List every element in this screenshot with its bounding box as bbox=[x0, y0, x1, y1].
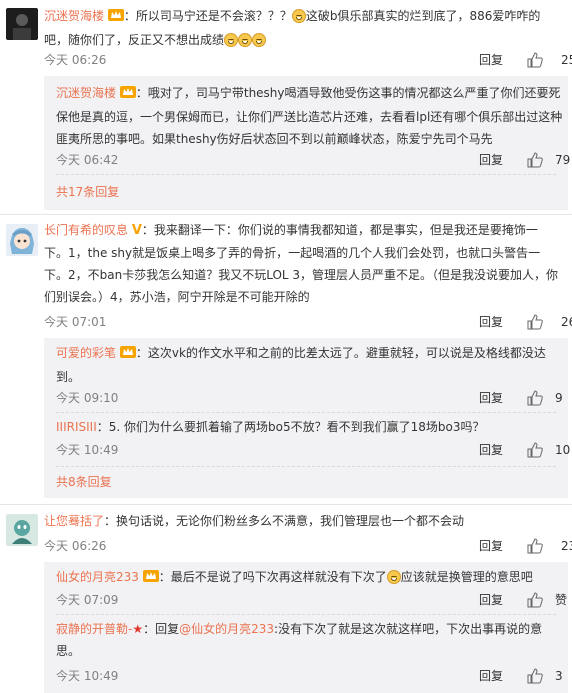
sub-reply: 沉迷贺海楼 ：哦对了，司马宁带theshy喝酒导致他受伤这事的情况都这么严重了你… bbox=[56, 82, 570, 168]
reply-time: 今天 07:09 bbox=[56, 593, 119, 607]
mention-link[interactable]: @仙女的月亮233 bbox=[179, 622, 274, 636]
username[interactable]: 沉迷贺海楼 bbox=[56, 86, 116, 100]
laugh-emoji-icon bbox=[252, 33, 267, 47]
vip-crown-icon bbox=[119, 344, 136, 366]
sub-reply: 寂静的开普勒-★：回复@仙女的月亮233:没有下次了就是这次就这样吧，下次出事再… bbox=[56, 618, 564, 684]
reply-button[interactable]: 回复 bbox=[479, 312, 503, 332]
comment-time: 今天 06:26 bbox=[44, 53, 107, 67]
username[interactable]: 让您蓦括了 bbox=[44, 514, 104, 528]
avatar[interactable] bbox=[6, 514, 38, 546]
thumbs-up-icon bbox=[527, 668, 543, 684]
thumbs-up-icon bbox=[527, 52, 543, 68]
laugh-emoji-icon bbox=[238, 33, 253, 47]
like-count: 233 bbox=[561, 539, 572, 553]
username[interactable]: 长门有希的叹息 bbox=[44, 223, 128, 237]
sub-reply: IIIRISIII：5. 你们为什么要抓着输了两场bo5不放？看不到我们赢了18… bbox=[56, 416, 570, 458]
thumbs-up-icon bbox=[527, 538, 543, 554]
username[interactable]: IIIRISIII bbox=[56, 420, 97, 434]
reply-time: 今天 10:49 bbox=[56, 669, 119, 683]
view-more-replies-link[interactable]: 共8条回复 bbox=[56, 472, 112, 492]
reply-button[interactable]: 回复 bbox=[479, 50, 503, 70]
username[interactable]: 仙女的月亮233 bbox=[56, 570, 139, 584]
reply-button[interactable]: 回复 bbox=[479, 536, 503, 556]
reply-box: 仙女的月亮233 ：最后不是说了吗下次再这样就没有下次了 应该就是换管理的意思吧 … bbox=[44, 562, 568, 693]
like-count: 262 bbox=[561, 315, 572, 329]
thumbs-up-icon bbox=[527, 390, 543, 406]
comment-time: 今天 07:01 bbox=[44, 315, 107, 329]
reply-time: 今天 06:42 bbox=[56, 153, 119, 167]
sub-reply: 可爱的彩笔 ：这次vk的作文水平和之前的比差太远了。避重就轻，可以说是及格线都没… bbox=[56, 342, 564, 406]
reply-button[interactable]: 回复 bbox=[479, 388, 503, 408]
thumbs-up-icon bbox=[527, 442, 543, 458]
username[interactable]: 沉迷贺海楼 bbox=[44, 9, 104, 23]
comment-time: 今天 06:26 bbox=[44, 539, 107, 553]
like-count: 9 bbox=[555, 391, 563, 405]
reply-button[interactable]: 回复 bbox=[479, 666, 503, 686]
laugh-emoji-icon bbox=[291, 9, 306, 23]
verified-v-icon: V bbox=[131, 223, 142, 238]
view-more-replies-link[interactable]: 共17条回复 bbox=[56, 182, 119, 202]
reply-time: 今天 10:49 bbox=[56, 443, 119, 457]
like-count: 赞 bbox=[555, 593, 568, 607]
reply-box: 沉迷贺海楼 ：哦对了，司马宁带theshy喝酒导致他受伤这事的情况都这么严重了你… bbox=[44, 76, 570, 210]
username[interactable]: 可爱的彩笔 bbox=[56, 346, 116, 360]
reply-button[interactable]: 回复 bbox=[479, 440, 503, 460]
thumbs-up-icon bbox=[527, 592, 543, 608]
avatar[interactable] bbox=[6, 8, 38, 40]
username[interactable]: 寂静的开普勒- bbox=[56, 622, 132, 636]
vip-crown-icon bbox=[142, 568, 159, 590]
vip-crown-icon bbox=[119, 84, 136, 106]
star-badge-icon: ★ bbox=[132, 622, 144, 636]
reply-button[interactable]: 回复 bbox=[479, 150, 503, 170]
laugh-emoji-icon bbox=[224, 33, 239, 47]
reply-time: 今天 09:10 bbox=[56, 391, 119, 405]
avatar[interactable] bbox=[6, 224, 38, 256]
reply-box: 可爱的彩笔 ：这次vk的作文水平和之前的比差太远了。避重就轻，可以说是及格线都没… bbox=[44, 338, 570, 498]
vip-crown-icon bbox=[107, 7, 124, 29]
like-count: 79 bbox=[555, 153, 571, 167]
sub-reply: 仙女的月亮233 ：最后不是说了吗下次再这样就没有下次了 应该就是换管理的意思吧 … bbox=[56, 566, 567, 608]
like-count: 10 bbox=[555, 443, 571, 457]
thumbs-up-icon bbox=[527, 314, 543, 330]
laugh-emoji-icon bbox=[386, 570, 401, 584]
reply-button[interactable]: 回复 bbox=[479, 590, 503, 610]
like-count: 254 bbox=[561, 53, 572, 67]
like-count: 3 bbox=[555, 669, 563, 683]
thumbs-up-icon bbox=[527, 152, 543, 168]
